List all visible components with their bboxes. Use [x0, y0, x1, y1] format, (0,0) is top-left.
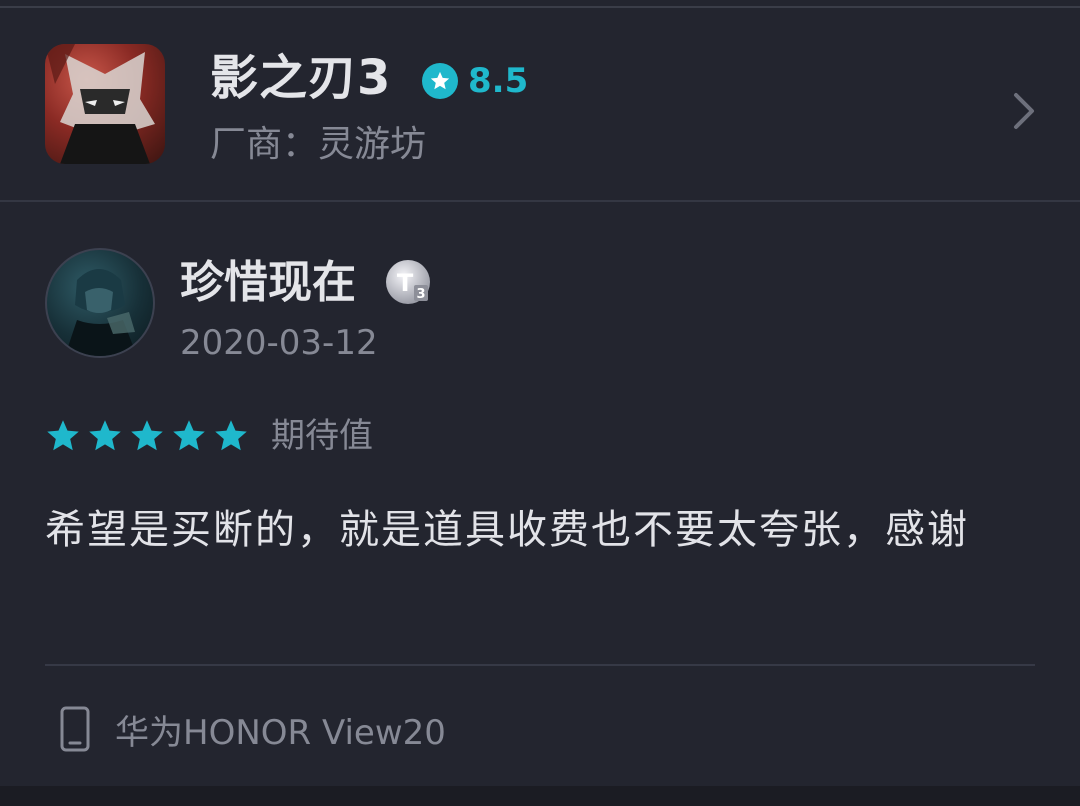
- rating-label: 期待值: [271, 416, 373, 456]
- publisher: 厂商：灵游坊: [210, 124, 427, 165]
- avatar[interactable]: [45, 248, 155, 358]
- user-name[interactable]: 珍惜现在: [180, 256, 356, 310]
- review-divider: [45, 664, 1035, 666]
- star-icon: [173, 420, 205, 451]
- chevron-right-icon[interactable]: [1010, 90, 1040, 132]
- rating-value: 8.5: [468, 61, 529, 101]
- star-icon: [131, 420, 163, 451]
- device-info: 华为HONOR View20: [45, 706, 446, 753]
- header-divider: [0, 200, 1080, 202]
- game-title: 影之刃3: [210, 50, 392, 106]
- star-rating: [45, 414, 255, 458]
- star-icon: [47, 420, 79, 451]
- star-icon: [215, 420, 247, 451]
- level-badge-icon: T 3: [384, 258, 432, 306]
- device-name: 华为HONOR View20: [115, 712, 446, 753]
- star-icon: [89, 420, 121, 451]
- svg-text:T: T: [397, 269, 414, 297]
- review-date: 2020-03-12: [180, 323, 378, 363]
- review-text[interactable]: 希望是买断的，就是道具收费也不要太夸张，感谢: [45, 492, 1005, 568]
- svg-text:3: 3: [416, 287, 425, 302]
- rating-star-icon: [422, 63, 458, 99]
- game-icon[interactable]: [45, 44, 165, 164]
- review-page: 影之刃3 8.5 厂商：灵游坊 珍惜现在 T 3 2020-03-12 期待值 …: [0, 0, 1080, 806]
- rating-badge: 8.5: [422, 56, 528, 106]
- bottom-band: [0, 786, 1080, 806]
- phone-icon: [60, 706, 90, 752]
- game-header[interactable]: 影之刃3 8.5 厂商：灵游坊: [0, 8, 1080, 200]
